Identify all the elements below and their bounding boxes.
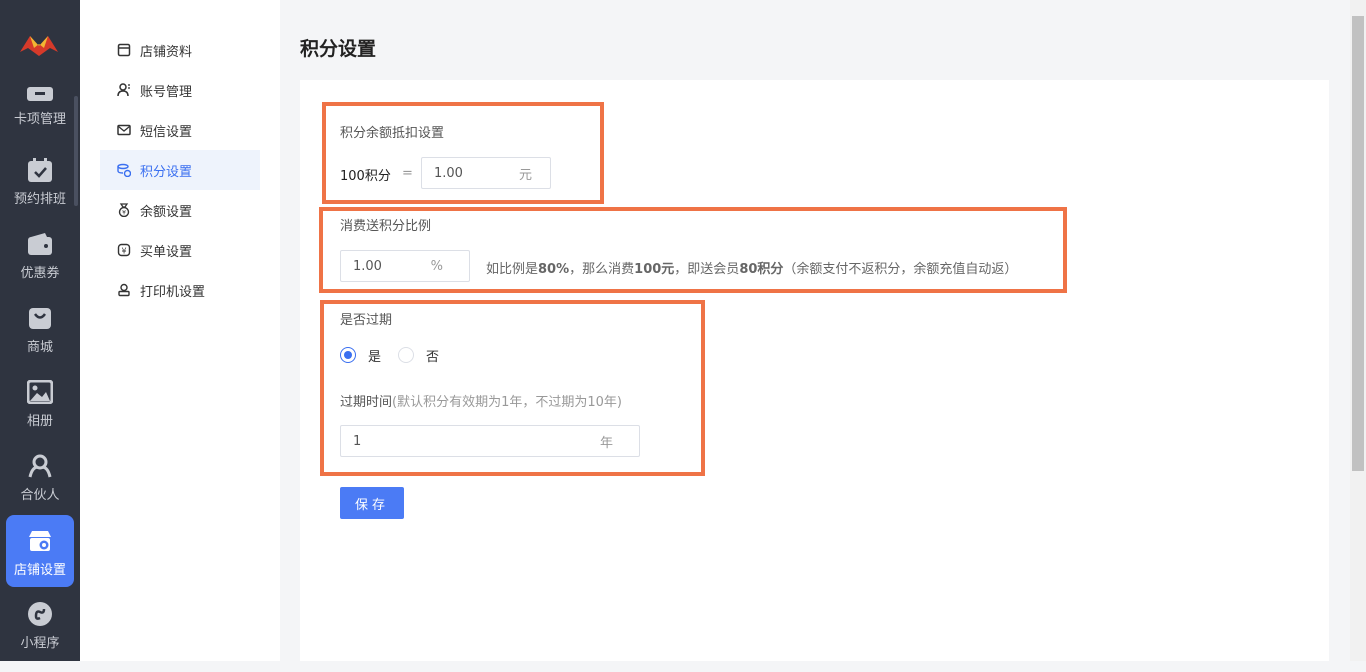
deduct-section-label: 积分余额抵扣设置 bbox=[340, 126, 445, 141]
image-icon bbox=[26, 378, 54, 406]
points-icon bbox=[116, 162, 132, 178]
mail-icon bbox=[116, 122, 132, 138]
rail-item-label: 预约排班 bbox=[13, 192, 66, 207]
submenu-item-checkout[interactable]: ¥ 买单设置 bbox=[100, 230, 260, 270]
submenu-item-label: 余额设置 bbox=[140, 204, 193, 220]
page-scrollbar[interactable] bbox=[1350, 0, 1366, 661]
brand-logo[interactable] bbox=[16, 28, 62, 62]
submenu-item-sms[interactable]: 短信设置 bbox=[100, 110, 260, 150]
rail-scrollbar[interactable] bbox=[74, 96, 78, 206]
wallet-icon bbox=[26, 230, 54, 258]
submenu-item-label: 账号管理 bbox=[140, 84, 193, 100]
store-icon bbox=[116, 42, 132, 58]
submenu-item-label: 打印机设置 bbox=[140, 284, 206, 300]
expire-time-title: 过期时间 bbox=[340, 395, 393, 410]
ratio-hint-suffix: （余额支付不返积分，余额充值自动返） bbox=[783, 262, 1018, 277]
expire-no-label[interactable]: 否 bbox=[426, 346, 439, 365]
expire-years-value: 1 bbox=[353, 433, 362, 449]
ratio-section-label: 消费送积分比例 bbox=[340, 219, 432, 234]
rail-item-coupons[interactable]: 优惠券 bbox=[6, 230, 74, 302]
miniprogram-icon bbox=[26, 600, 54, 628]
rail-item-label: 店铺设置 bbox=[13, 563, 66, 578]
expire-yes-radio[interactable] bbox=[340, 347, 356, 363]
shopping-bag-icon bbox=[26, 304, 54, 332]
deduct-amount-value: 1.00 bbox=[434, 165, 463, 181]
submenu-item-balance[interactable]: ¥ 余额设置 bbox=[100, 190, 260, 230]
card-icon bbox=[26, 84, 54, 104]
expire-yes-label[interactable]: 是 bbox=[368, 346, 381, 365]
ratio-value: 1.00 bbox=[353, 258, 382, 274]
expire-no-radio[interactable] bbox=[398, 347, 414, 363]
submenu-item-accounts[interactable]: 账号管理 bbox=[100, 70, 260, 110]
calendar-icon bbox=[26, 156, 54, 184]
points-unit-label: 100积分 bbox=[340, 169, 391, 184]
ratio-hint-percent: 80% bbox=[538, 262, 570, 277]
rail-item-label: 卡项管理 bbox=[13, 112, 66, 127]
submenu-item-label: 积分设置 bbox=[140, 164, 193, 180]
rail-item-store-settings[interactable]: 店铺设置 bbox=[6, 515, 74, 587]
money-bag-icon: ¥ bbox=[116, 202, 132, 218]
submenu-item-store-info[interactable]: 店铺资料 bbox=[100, 30, 260, 70]
printer-icon bbox=[116, 282, 132, 298]
ratio-hint-points: 80积分 bbox=[739, 262, 784, 277]
ratio-hint-mid2: ，即送会员 bbox=[674, 262, 740, 277]
rail-item-card-management[interactable]: 卡项管理 bbox=[6, 84, 74, 140]
main-nav-rail: 卡项管理 预约排班 优惠券 商城 相册 合伙人 店铺设置 小程序 bbox=[0, 0, 80, 661]
rail-item-album[interactable]: 相册 bbox=[6, 378, 74, 450]
submenu-item-label: 短信设置 bbox=[140, 124, 193, 140]
page-title: 积分设置 bbox=[300, 38, 377, 60]
settings-submenu: 店铺资料 账号管理 短信设置 积分设置 ¥ 余额设置 ¥ 买单设置 打印机设置 bbox=[80, 0, 280, 661]
rail-item-mall[interactable]: 商城 bbox=[6, 304, 74, 376]
ratio-hint-mid: ，那么消费 bbox=[569, 262, 635, 277]
ratio-hint-amount: 100元 bbox=[634, 262, 675, 277]
deduct-amount-unit: 元 bbox=[518, 167, 532, 183]
submenu-item-points[interactable]: 积分设置 bbox=[100, 150, 260, 190]
ratio-hint-prefix: 如比例是 bbox=[486, 262, 539, 277]
rail-item-label: 合伙人 bbox=[20, 488, 60, 503]
expire-time-label: 过期时间(默认积分有效期为1年，不过期为10年) bbox=[340, 391, 622, 410]
rail-item-label: 商城 bbox=[26, 340, 53, 355]
page-scrollbar-thumb[interactable] bbox=[1352, 16, 1364, 471]
svg-text:¥: ¥ bbox=[121, 247, 126, 256]
svg-text:¥: ¥ bbox=[122, 210, 126, 217]
rail-item-label: 优惠券 bbox=[20, 266, 60, 281]
user-icon bbox=[116, 82, 132, 98]
submenu-item-label: 买单设置 bbox=[140, 244, 193, 260]
save-button[interactable]: 保存 bbox=[340, 487, 404, 519]
expire-section-label: 是否过期 bbox=[340, 313, 393, 328]
submenu-item-printer[interactable]: 打印机设置 bbox=[100, 270, 260, 310]
expire-years-unit: 年 bbox=[599, 435, 613, 451]
store-settings-icon bbox=[26, 527, 54, 555]
rail-item-miniprogram[interactable]: 小程序 bbox=[6, 600, 74, 672]
submenu-item-label: 店铺资料 bbox=[140, 44, 193, 60]
rail-item-scheduling[interactable]: 预约排班 bbox=[6, 156, 74, 228]
rail-item-label: 相册 bbox=[26, 414, 53, 429]
rail-item-partners[interactable]: 合伙人 bbox=[6, 452, 74, 524]
rail-item-label: 小程序 bbox=[20, 636, 60, 651]
expire-years-input[interactable]: 1 年 bbox=[340, 425, 640, 457]
expire-time-hint: (默认积分有效期为1年，不过期为10年) bbox=[392, 395, 622, 410]
equals-sign: = bbox=[402, 166, 413, 181]
ratio-unit: % bbox=[430, 258, 443, 274]
ratio-input[interactable]: 1.00 % bbox=[340, 250, 470, 282]
ratio-hint: 如比例是80%，那么消费100元，即送会员80积分（余额支付不返积分，余额充值自… bbox=[486, 258, 1017, 277]
yuan-icon: ¥ bbox=[116, 242, 132, 258]
partner-icon bbox=[26, 452, 54, 480]
deduct-amount-input[interactable]: 1.00 元 bbox=[421, 157, 551, 189]
